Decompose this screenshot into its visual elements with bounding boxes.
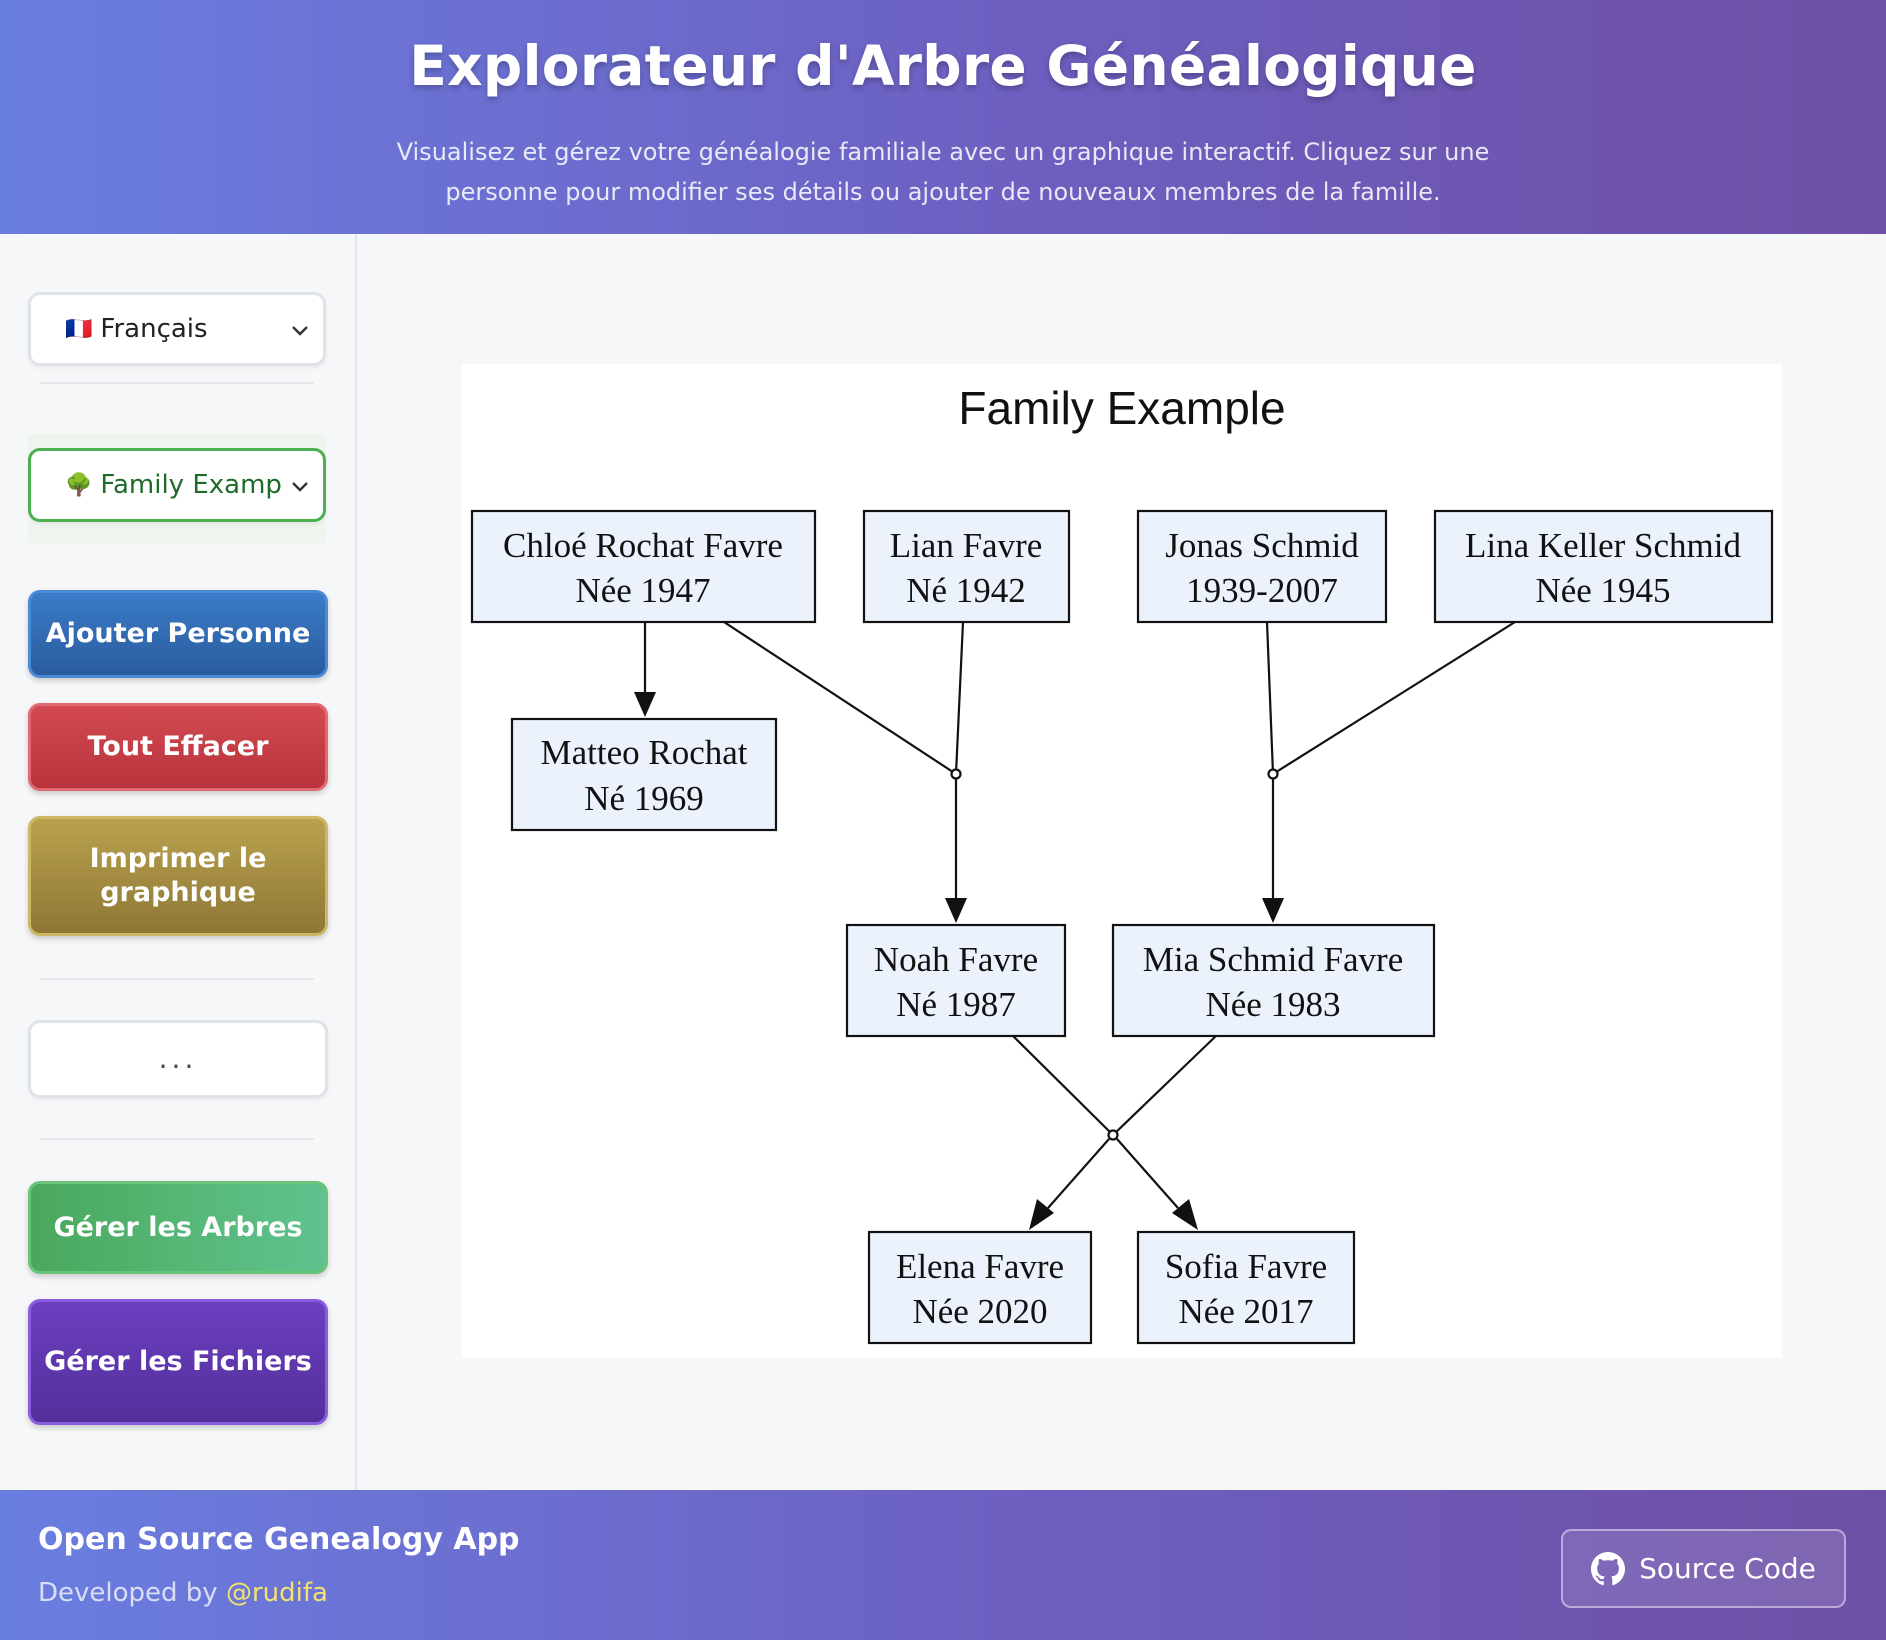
footer-credit: Developed by @rudifa xyxy=(38,1578,328,1608)
person-dates: Née 1947 xyxy=(575,571,710,610)
person-dates: Née 2017 xyxy=(1178,1292,1313,1331)
main-content: Family Example Chloé Rochat Favre Née 19… xyxy=(359,234,1886,1490)
edge xyxy=(1272,621,1516,775)
page-header: Explorateur d'Arbre Généalogique Visuali… xyxy=(0,0,1886,234)
chevron-down-icon xyxy=(292,326,308,336)
union-node xyxy=(1267,768,1279,780)
person-node[interactable]: Noah Favre Né 1987 xyxy=(845,923,1067,1038)
tree-select[interactable]: 🌳 Family Examp xyxy=(28,448,326,522)
person-dates: Né 1969 xyxy=(584,779,704,818)
divider xyxy=(40,382,314,384)
person-node[interactable]: Jonas Schmid 1939-2007 xyxy=(1136,509,1388,624)
arrow-head xyxy=(1172,1199,1198,1230)
person-name: Elena Favre xyxy=(896,1247,1064,1286)
person-dates: Née 1983 xyxy=(1205,985,1340,1024)
person-dates: 1939-2007 xyxy=(1186,571,1338,610)
manage-trees-button[interactable]: Gérer les Arbres xyxy=(28,1181,328,1274)
edge xyxy=(1116,1138,1179,1209)
person-node[interactable]: Mia Schmid Favre Née 1983 xyxy=(1111,923,1436,1038)
source-code-button[interactable]: Source Code xyxy=(1561,1529,1846,1608)
person-node[interactable]: Lian Favre Né 1942 xyxy=(862,509,1071,624)
edge xyxy=(1047,1138,1110,1209)
person-node[interactable]: Elena Favre Née 2020 xyxy=(867,1230,1093,1345)
tree-select-value: Family Examp xyxy=(100,470,282,500)
person-name: Sofia Favre xyxy=(1165,1247,1327,1286)
union-node xyxy=(950,768,962,780)
page-title: Explorateur d'Arbre Généalogique xyxy=(409,34,1477,98)
clear-all-button[interactable]: Tout Effacer xyxy=(28,703,328,791)
person-node[interactable]: Matteo Rochat Né 1969 xyxy=(510,717,778,832)
person-dates: Née 2020 xyxy=(912,1292,1047,1331)
tree-icon: 🌳 xyxy=(65,472,93,498)
arrow-head xyxy=(1029,1199,1054,1230)
arrow-head xyxy=(945,898,967,923)
person-dates: Né 1987 xyxy=(896,985,1016,1024)
edge xyxy=(1265,621,1275,775)
person-node[interactable]: Lina Keller Schmid Née 1945 xyxy=(1433,509,1774,624)
person-name: Chloé Rochat Favre xyxy=(503,526,783,565)
chevron-down-icon xyxy=(292,482,308,492)
page-subtitle: Visualisez et gérez votre généalogie fam… xyxy=(396,138,1490,206)
edge xyxy=(954,621,965,775)
divider xyxy=(40,978,314,980)
sidebar: 🇫🇷 Français 🌳 Family Examp Ajouter Perso… xyxy=(0,234,357,1490)
edge xyxy=(1011,1034,1114,1136)
person-name: Mia Schmid Favre xyxy=(1143,940,1404,979)
person-node[interactable]: Chloé Rochat Favre Née 1947 xyxy=(470,509,817,624)
divider xyxy=(40,1138,314,1140)
union-node xyxy=(1107,1129,1119,1141)
developer-link[interactable]: @rudifa xyxy=(226,1578,328,1608)
footer-title: Open Source Genealogy App xyxy=(38,1522,520,1557)
source-code-label: Source Code xyxy=(1639,1552,1816,1585)
person-dates: Née 1945 xyxy=(1535,571,1670,610)
chart-title: Family Example xyxy=(958,382,1285,434)
person-name: Noah Favre xyxy=(874,940,1038,979)
github-icon xyxy=(1591,1551,1626,1585)
print-chart-button[interactable]: Imprimer le graphique xyxy=(28,816,328,936)
family-tree-svg: Family Example Chloé Rochat Favre Née 19… xyxy=(470,382,1774,1345)
person-name: Lina Keller Schmid xyxy=(1465,526,1742,565)
person-name: Jonas Schmid xyxy=(1165,526,1359,565)
language-select-value: Français xyxy=(100,314,208,344)
edge xyxy=(1112,1034,1218,1136)
person-dates: Né 1942 xyxy=(906,571,1026,610)
person-name: Matteo Rochat xyxy=(540,733,747,772)
add-person-button[interactable]: Ajouter Personne xyxy=(28,590,328,678)
more-button[interactable]: ... xyxy=(28,1020,328,1098)
family-tree-chart: Family Example Chloé Rochat Favre Née 19… xyxy=(462,364,1782,1358)
developed-by-text: Developed by xyxy=(38,1578,218,1608)
person-name: Lian Favre xyxy=(890,526,1043,565)
person-nodes: Chloé Rochat Favre Née 1947 Lian Favre N… xyxy=(470,509,1774,1345)
arrow-head xyxy=(1262,898,1284,923)
page-footer: Open Source Genealogy App Developed by @… xyxy=(0,1490,1886,1640)
language-select[interactable]: 🇫🇷 Français xyxy=(28,292,326,366)
flag-fr-icon: 🇫🇷 xyxy=(65,316,93,342)
manage-files-button[interactable]: Gérer les Fichiers xyxy=(28,1299,328,1425)
arrow-head xyxy=(634,692,656,717)
person-node[interactable]: Sofia Favre Née 2017 xyxy=(1136,1230,1356,1345)
